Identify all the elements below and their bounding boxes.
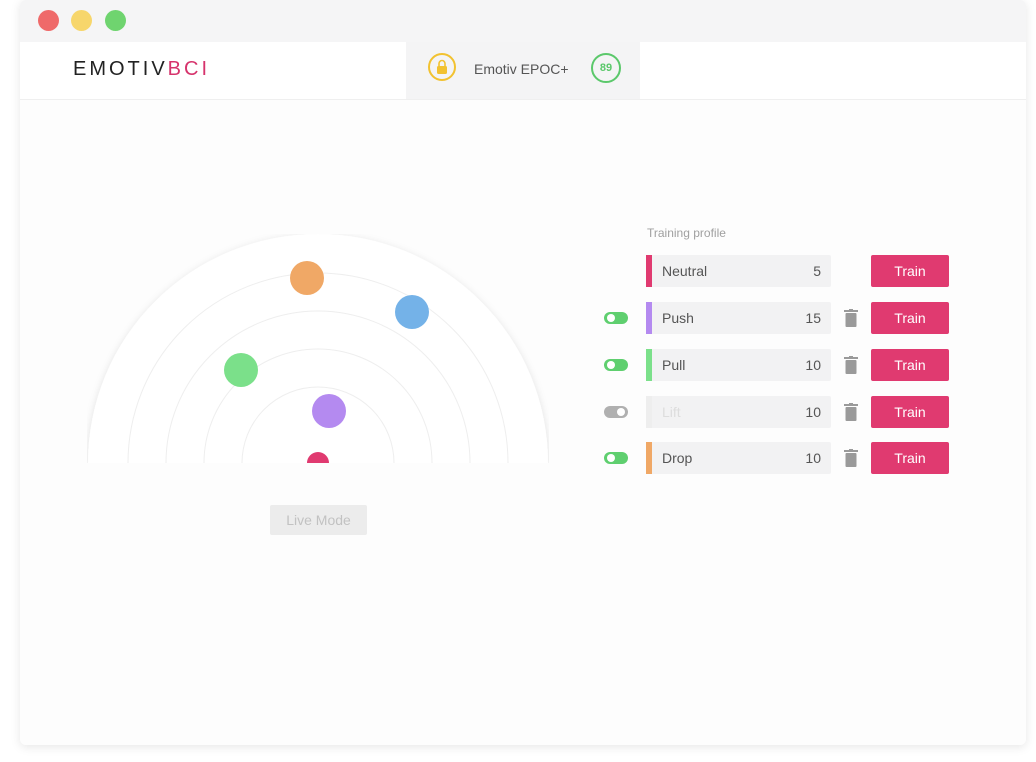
command-field: Lift 10 <box>646 396 831 428</box>
command-field: Push 15 <box>646 302 831 334</box>
command-row-push: Push 15 Train <box>20 302 1026 334</box>
logo-accent: BCI <box>167 58 211 80</box>
toggle-lift[interactable] <box>604 406 628 418</box>
command-row-lift: Lift 10 Train <box>20 396 1026 428</box>
app-header: EMOTIVBCI Emotiv EPOC+ 89 <box>20 42 1026 100</box>
command-count: 10 <box>805 357 821 373</box>
command-name: Lift <box>662 404 681 420</box>
trash-icon[interactable] <box>844 309 858 327</box>
toggle-push[interactable] <box>604 312 628 324</box>
train-button-lift[interactable]: Train <box>871 396 949 428</box>
train-button-drop[interactable]: Train <box>871 442 949 474</box>
train-button-neutral[interactable]: Train <box>871 255 949 287</box>
toggle-drop[interactable] <box>604 452 628 464</box>
maximize-dot[interactable] <box>105 10 126 31</box>
battery-badge: 89 <box>591 53 621 83</box>
trash-icon[interactable] <box>844 449 858 467</box>
command-field: Neutral 5 <box>646 255 831 287</box>
app-window: EMOTIVBCI Emotiv EPOC+ 89 Live Mode Trai… <box>20 0 1026 745</box>
device-name: Emotiv EPOC+ <box>474 61 569 77</box>
train-button-push[interactable]: Train <box>871 302 949 334</box>
logo-text: EMOTIV <box>73 58 168 80</box>
command-field: Pull 10 <box>646 349 831 381</box>
train-button-pull[interactable]: Train <box>871 349 949 381</box>
trash-icon[interactable] <box>844 403 858 421</box>
title-bar <box>20 0 1026 42</box>
command-color-bar <box>646 396 652 428</box>
command-name: Push <box>662 310 694 326</box>
logo: EMOTIVBCI <box>73 58 210 81</box>
command-name: Neutral <box>662 263 708 279</box>
command-count: 5 <box>813 263 821 279</box>
command-color-bar <box>646 302 652 334</box>
command-row-pull: Pull 10 Train <box>20 349 1026 381</box>
command-name: Pull <box>662 357 686 373</box>
command-color-bar <box>646 349 652 381</box>
training-profile-title: Training profile <box>647 226 726 240</box>
live-mode-button[interactable]: Live Mode <box>270 505 367 535</box>
toggle-pull[interactable] <box>604 359 628 371</box>
device-status[interactable]: Emotiv EPOC+ 89 <box>406 42 640 99</box>
trash-icon[interactable] <box>844 356 858 374</box>
command-row-neutral: Neutral 5 Train <box>20 255 1026 287</box>
command-name: Drop <box>662 450 693 466</box>
command-field: Drop 10 <box>646 442 831 474</box>
lock-icon <box>428 53 456 81</box>
command-color-bar <box>646 255 652 287</box>
minimize-dot[interactable] <box>71 10 92 31</box>
command-count: 15 <box>805 310 821 326</box>
command-color-bar <box>646 442 652 474</box>
command-count: 10 <box>805 404 821 420</box>
command-count: 10 <box>805 450 821 466</box>
close-dot[interactable] <box>38 10 59 31</box>
command-row-drop: Drop 10 Train <box>20 442 1026 474</box>
